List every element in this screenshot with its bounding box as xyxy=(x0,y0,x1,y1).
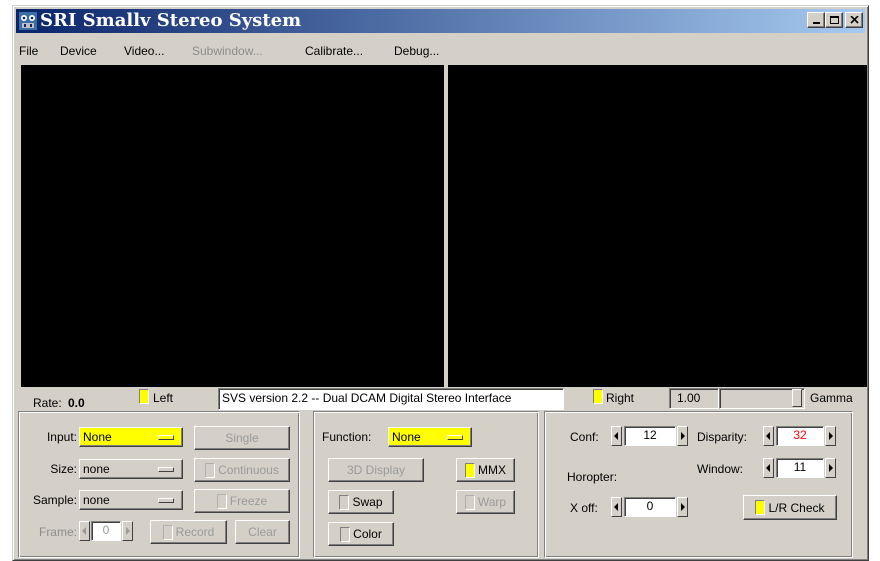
rate-value: 0.0 xyxy=(68,396,85,410)
left-indicator[interactable] xyxy=(139,389,149,404)
dropdown-indicator-icon xyxy=(158,435,174,440)
freeze-button[interactable]: Freeze xyxy=(194,489,290,513)
window-increment-button[interactable] xyxy=(825,458,836,478)
conf-label: Conf: xyxy=(570,430,599,444)
function-dropdown[interactable]: None xyxy=(388,427,472,447)
window-label: Window: xyxy=(697,462,744,476)
swap-indicator xyxy=(339,494,350,510)
warp-indicator xyxy=(464,494,475,510)
input-label: Input: xyxy=(46,430,77,444)
left-label: Left xyxy=(153,391,174,405)
close-icon xyxy=(849,16,859,24)
sample-dropdown[interactable]: none xyxy=(79,490,183,510)
gamma-value-field: 1.00 xyxy=(669,388,719,409)
version-field: SVS version 2.2 -- Dual DCAM Digital Ste… xyxy=(218,388,564,410)
horopter-label: Horopter: xyxy=(567,470,618,484)
left-image-pane[interactable] xyxy=(21,65,444,387)
app-window: SRI Smallv Stereo System File Device Vid… xyxy=(12,5,869,561)
conf-increment-button[interactable] xyxy=(677,426,688,446)
right-image-pane[interactable] xyxy=(448,65,867,387)
function-panel: Function: None 3D Display MMX Swap Warp … xyxy=(313,411,539,558)
freeze-indicator xyxy=(216,493,227,509)
minimize-icon xyxy=(812,22,820,24)
menu-device[interactable]: Device xyxy=(60,44,97,58)
function-value: None xyxy=(392,430,421,444)
continuous-indicator xyxy=(205,462,216,478)
window-decrement-button[interactable] xyxy=(763,458,774,478)
menu-debug[interactable]: Debug... xyxy=(394,44,439,58)
stereo-params-panel: Conf: 12 Disparity: 32 Horopter: Window:… xyxy=(544,411,853,558)
color-button[interactable]: Color xyxy=(328,522,394,546)
frame-value[interactable]: 0 xyxy=(91,521,121,541)
disparity-increment-button[interactable] xyxy=(825,426,836,446)
color-indicator xyxy=(340,526,351,542)
disparity-decrement-button[interactable] xyxy=(763,426,774,446)
window-title: SRI Smallv Stereo System xyxy=(40,10,302,31)
right-label: Right xyxy=(606,391,635,405)
dropdown-indicator-icon xyxy=(447,435,463,440)
menu-calibrate[interactable]: Calibrate... xyxy=(305,44,363,58)
3d-display-button[interactable]: 3D Display xyxy=(328,458,424,482)
close-button[interactable] xyxy=(845,12,863,28)
xoff-label: X off: xyxy=(570,501,598,515)
lr-check-button[interactable]: L/R Check xyxy=(743,495,837,520)
rate-label: Rate: xyxy=(33,396,62,410)
conf-decrement-button[interactable] xyxy=(611,426,622,446)
xoff-value[interactable]: 0 xyxy=(624,497,676,517)
lr-check-indicator xyxy=(755,500,766,515)
maximize-icon xyxy=(829,16,839,24)
dropdown-indicator-icon xyxy=(158,467,174,472)
version-text: SVS version 2.2 -- Dual DCAM Digital Ste… xyxy=(222,391,512,405)
input-value: None xyxy=(83,430,112,444)
frame-decrement-button[interactable] xyxy=(79,521,90,541)
size-value: none xyxy=(83,462,110,476)
input-panel: Input: None Single Size: none Continuous… xyxy=(18,411,300,558)
menu-subwindow[interactable]: Subwindow... xyxy=(192,44,263,58)
right-indicator[interactable] xyxy=(593,389,603,404)
input-dropdown[interactable]: None xyxy=(79,427,183,447)
maximize-button[interactable] xyxy=(825,12,843,28)
xoff-increment-button[interactable] xyxy=(677,497,688,517)
app-icon xyxy=(19,12,37,30)
size-label: Size: xyxy=(50,462,77,476)
xoff-decrement-button[interactable] xyxy=(611,497,622,517)
mmx-button[interactable]: MMX xyxy=(456,458,515,482)
frame-increment-button[interactable] xyxy=(122,521,133,541)
record-indicator xyxy=(162,524,173,540)
single-button[interactable]: Single xyxy=(194,426,290,450)
mmx-indicator xyxy=(465,462,475,478)
dropdown-indicator-icon xyxy=(158,498,174,503)
gamma-slider-thumb[interactable] xyxy=(792,389,802,407)
menu-video[interactable]: Video... xyxy=(124,44,164,58)
minimize-button[interactable] xyxy=(807,12,825,28)
clear-button[interactable]: Clear xyxy=(235,520,290,544)
record-button[interactable]: Record xyxy=(150,520,227,544)
continuous-button[interactable]: Continuous xyxy=(194,458,290,482)
swap-button[interactable]: Swap xyxy=(328,490,394,514)
gamma-value: 1.00 xyxy=(677,391,701,405)
warp-button[interactable]: Warp xyxy=(456,490,515,514)
gamma-slider[interactable] xyxy=(719,388,805,409)
size-dropdown[interactable]: none xyxy=(79,459,183,479)
menu-bar: File Device Video... Subwindow... Calibr… xyxy=(16,44,865,62)
sample-label: Sample: xyxy=(32,493,77,507)
gamma-label: Gamma xyxy=(810,391,853,405)
conf-value[interactable]: 12 xyxy=(624,426,676,446)
window-value[interactable]: 11 xyxy=(776,458,824,478)
sample-value: none xyxy=(83,493,110,507)
frame-label: Frame: xyxy=(38,525,77,539)
disparity-value[interactable]: 32 xyxy=(776,426,824,446)
title-bar[interactable]: SRI Smallv Stereo System xyxy=(16,9,865,33)
disparity-label: Disparity: xyxy=(697,430,748,444)
menu-file[interactable]: File xyxy=(19,44,38,58)
function-label: Function: xyxy=(322,430,372,444)
